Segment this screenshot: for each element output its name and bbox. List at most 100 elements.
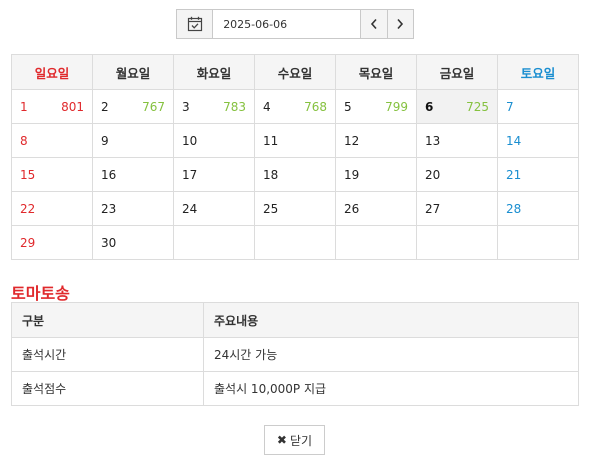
day-number: 4: [263, 99, 271, 114]
day-number: 16: [101, 167, 117, 182]
calendar-icon[interactable]: [177, 10, 214, 38]
table-row: 출석시간 24시간 가능: [11, 337, 579, 372]
info-category: 출석점수: [11, 371, 204, 406]
info-content: 출석시 10,000P 지급: [203, 371, 579, 406]
weekday-monday: 월요일: [92, 54, 174, 90]
day-number: 5: [344, 99, 352, 114]
close-button-label: 닫기: [289, 433, 313, 448]
calendar-day[interactable]: 30: [92, 225, 174, 260]
day-number: 17: [182, 167, 198, 182]
calendar-day[interactable]: 15: [11, 157, 93, 192]
calendar-day[interactable]: 24: [173, 191, 255, 226]
section-title: 토마토송: [11, 284, 70, 303]
calendar-day[interactable]: 27: [416, 191, 498, 226]
day-number: 13: [425, 133, 441, 148]
calendar-day[interactable]: 17: [173, 157, 255, 192]
info-header-category: 구분: [11, 302, 204, 338]
calendar-day[interactable]: 26: [335, 191, 417, 226]
prev-month-button[interactable]: [360, 10, 387, 38]
calendar-day[interactable]: 16: [92, 157, 174, 192]
calendar-day[interactable]: 1 801: [11, 89, 93, 124]
day-number: 19: [344, 167, 360, 182]
info-header-row: 구분 주요내용: [11, 302, 579, 338]
attendance-count: 783: [223, 99, 246, 114]
day-number: 30: [101, 235, 117, 250]
weekday-wednesday: 수요일: [254, 54, 336, 90]
day-number: 6: [425, 99, 434, 114]
day-number: 10: [182, 133, 198, 148]
day-number: 12: [344, 133, 360, 148]
calendar-day[interactable]: 25: [254, 191, 336, 226]
calendar-day-empty: [416, 225, 498, 260]
weekday-tuesday: 화요일: [173, 54, 255, 90]
calendar-day[interactable]: 3 783: [173, 89, 255, 124]
table-row: 출석점수 출석시 10,000P 지급: [11, 371, 579, 406]
day-number: 29: [20, 235, 36, 250]
calendar-day-today[interactable]: 6 725: [416, 89, 498, 124]
day-number: 9: [101, 133, 109, 148]
day-number: 26: [344, 201, 360, 216]
attendance-count: 767: [142, 99, 165, 114]
calendar-day[interactable]: 2 767: [92, 89, 174, 124]
attendance-count: 725: [466, 99, 489, 114]
info-category: 출석시간: [11, 337, 204, 372]
calendar-day-empty: [335, 225, 417, 260]
day-number: 24: [182, 201, 198, 216]
date-picker: [176, 9, 414, 39]
calendar-day[interactable]: 22: [11, 191, 93, 226]
day-number: 28: [506, 201, 522, 216]
calendar-day[interactable]: 29: [11, 225, 93, 260]
calendar-day[interactable]: 12: [335, 123, 417, 158]
calendar-day[interactable]: 21: [497, 157, 579, 192]
weekday-friday: 금요일: [416, 54, 498, 90]
calendar-day-empty: [497, 225, 579, 260]
attendance-count: 768: [304, 99, 327, 114]
day-number: 15: [20, 167, 36, 182]
day-number: 11: [263, 133, 279, 148]
info-content: 24시간 가능: [203, 337, 579, 372]
chevron-right-icon: [397, 18, 404, 30]
x-icon: ✖: [276, 433, 287, 447]
day-number: 2: [101, 99, 109, 114]
day-number: 3: [182, 99, 190, 114]
day-number: 14: [506, 133, 522, 148]
info-table: 구분 주요내용 출석시간 24시간 가능 출석점수 출석시 10,000P 지급: [11, 302, 579, 406]
calendar-week: 22 23 24 25 26 27 28: [11, 191, 579, 226]
next-month-button[interactable]: [386, 10, 413, 38]
calendar-day-empty: [254, 225, 336, 260]
day-number: 18: [263, 167, 279, 182]
calendar-day[interactable]: 28: [497, 191, 579, 226]
calendar-day[interactable]: 8: [11, 123, 93, 158]
weekday-thursday: 목요일: [335, 54, 417, 90]
calendar-day[interactable]: 5 799: [335, 89, 417, 124]
day-number: 22: [20, 201, 36, 216]
attendance-calendar: 일요일 월요일 화요일 수요일 목요일 금요일 토요일 1 801 2 767 37…: [11, 54, 579, 260]
calendar-day[interactable]: 10: [173, 123, 255, 158]
calendar-day[interactable]: 19: [335, 157, 417, 192]
attendance-count: 801: [61, 99, 84, 114]
day-number: 27: [425, 201, 441, 216]
weekday-header-row: 일요일 월요일 화요일 수요일 목요일 금요일 토요일: [11, 54, 579, 90]
date-input[interactable]: [213, 10, 361, 38]
calendar-day[interactable]: 23: [92, 191, 174, 226]
day-number: 7: [506, 99, 514, 114]
close-button[interactable]: ✖ 닫기: [264, 425, 325, 455]
day-number: 1: [20, 99, 28, 114]
chevron-left-icon: [370, 18, 377, 30]
calendar-week: 15 16 17 18 19 20 21: [11, 157, 579, 192]
day-number: 8: [20, 133, 28, 148]
calendar-day[interactable]: 20: [416, 157, 498, 192]
calendar-week: 29 30: [11, 225, 579, 260]
day-number: 21: [506, 167, 522, 182]
calendar-day[interactable]: 14: [497, 123, 579, 158]
calendar-day[interactable]: 7: [497, 89, 579, 124]
calendar-day[interactable]: 9: [92, 123, 174, 158]
calendar-week: 8 9 10 11 12 13 14: [11, 123, 579, 158]
calendar-day[interactable]: 13: [416, 123, 498, 158]
calendar-day[interactable]: 18: [254, 157, 336, 192]
day-number: 23: [101, 201, 117, 216]
calendar-day[interactable]: 4 768: [254, 89, 336, 124]
attendance-count: 799: [385, 99, 408, 114]
calendar-day[interactable]: 11: [254, 123, 336, 158]
calendar-week: 1 801 2 767 3 783 4 768 5 799 6 725 7: [11, 89, 579, 124]
